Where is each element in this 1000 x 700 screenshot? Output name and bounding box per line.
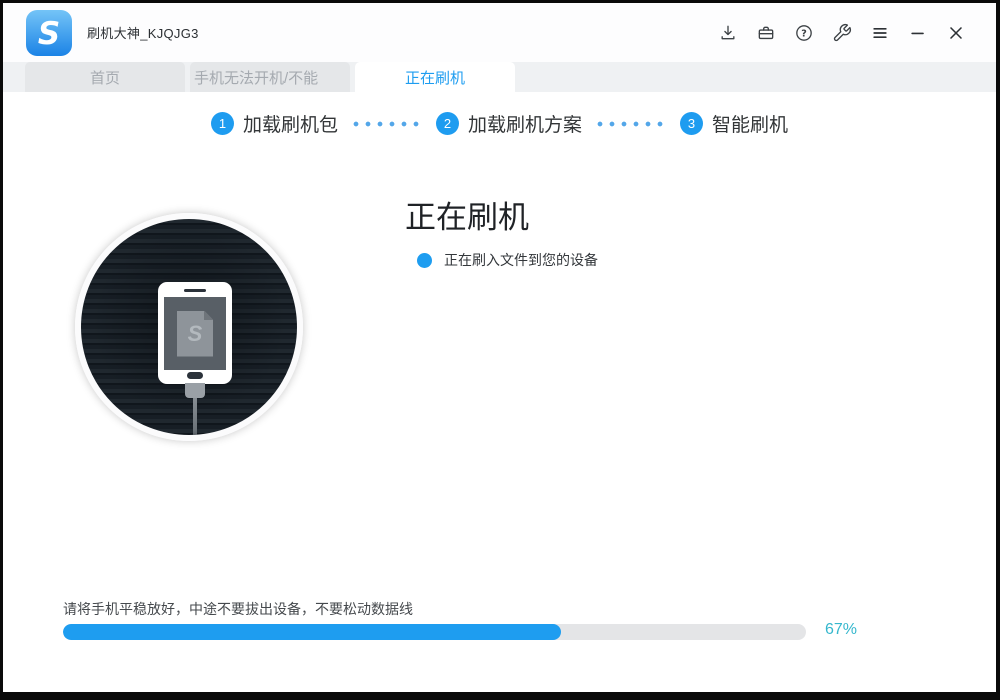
title-bar: S 刷机大神_KJQJG3 [3, 3, 996, 62]
progress-bar [63, 624, 806, 640]
svg-text:?: ? [801, 28, 807, 39]
step-1-number-badge: 1 [211, 112, 234, 135]
phone-home-button [187, 372, 203, 379]
close-button[interactable] [944, 21, 968, 45]
phone-screen: S [164, 297, 226, 370]
tab-flashing-label: 正在刷机 [405, 67, 465, 88]
titlebar-icon-group: ? [716, 21, 968, 45]
step-indicator: 1 加载刷机包 2 加载刷机方案 3 智能刷机 [3, 110, 996, 137]
step-2-label: 加载刷机方案 [468, 110, 582, 137]
warning-text: 请将手机平稳放好，中途不要拔出设备，不要松动数据线 [63, 599, 413, 619]
usb-cable [193, 398, 197, 441]
tab-home[interactable]: 首页 [25, 62, 185, 92]
progress-fill [63, 624, 561, 640]
wrench-icon[interactable] [830, 21, 854, 45]
step-3: 3 智能刷机 [680, 110, 788, 137]
tab-bar: 首页 手机无法开机/不能 正在刷机 [3, 62, 996, 92]
step-3-number-badge: 3 [680, 112, 703, 135]
usb-connector [185, 383, 205, 398]
step-3-label: 智能刷机 [712, 110, 788, 137]
status-dot-icon [417, 253, 432, 268]
tab-flashing[interactable]: 正在刷机 [355, 62, 515, 92]
phone-illustration-icon: S [158, 282, 232, 384]
help-icon[interactable]: ? [792, 21, 816, 45]
status-row: 正在刷入文件到您的设备 [417, 250, 598, 270]
tab-home-label: 首页 [90, 67, 120, 88]
page-title: 正在刷机 [405, 192, 529, 237]
firmware-file-icon: S [177, 311, 213, 357]
step-2-number-badge: 2 [436, 112, 459, 135]
phone-speaker [184, 289, 206, 292]
step-1-label: 加载刷机包 [243, 110, 338, 137]
status-text: 正在刷入文件到您的设备 [444, 250, 598, 270]
screenshot-frame: S 刷机大神_KJQJG3 [0, 0, 1000, 700]
menu-icon[interactable] [868, 21, 892, 45]
download-icon[interactable] [716, 21, 740, 45]
tab-phone-cannot-boot[interactable]: 手机无法开机/不能 [190, 62, 350, 92]
minimize-button[interactable] [906, 21, 930, 45]
toolbox-icon[interactable] [754, 21, 778, 45]
file-fold-corner [204, 311, 213, 320]
progress-percent: 67% [825, 621, 857, 639]
app-logo-icon: S [25, 9, 73, 57]
step-2: 2 加载刷机方案 [436, 110, 582, 137]
svg-text:S: S [38, 16, 60, 52]
step-separator-dots [350, 120, 424, 128]
device-illustration: S [75, 213, 303, 441]
step-1: 1 加载刷机包 [211, 110, 338, 137]
main-content: 1 加载刷机包 2 加载刷机方案 3 智能刷机 [3, 92, 996, 692]
tab-phone-cannot-boot-label: 手机无法开机/不能 [194, 67, 318, 88]
step-separator-dots [594, 120, 668, 128]
window-title: 刷机大神_KJQJG3 [87, 23, 199, 42]
file-logo-glyph: S [188, 323, 203, 345]
app-window: S 刷机大神_KJQJG3 [3, 3, 996, 692]
